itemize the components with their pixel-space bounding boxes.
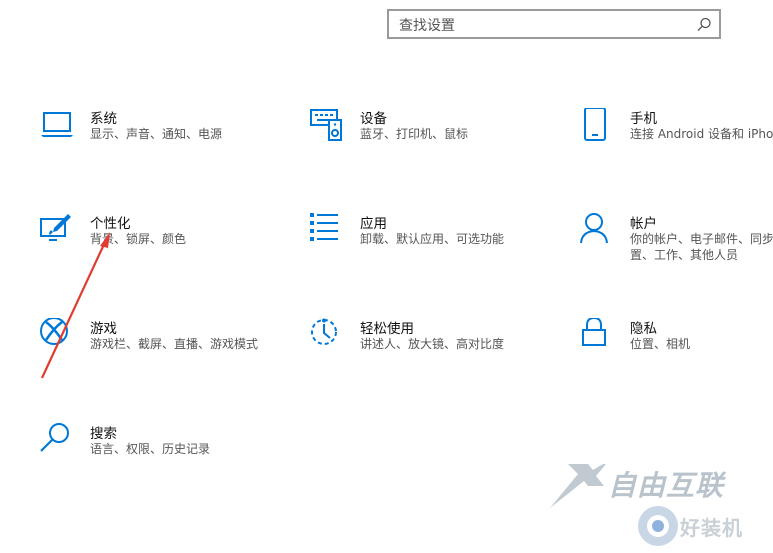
tile-title: 搜索 bbox=[90, 426, 117, 442]
tile-title: 设备 bbox=[360, 111, 387, 127]
tile-gaming[interactable]: 游戏 游戏栏、截屏、直播、游戏模式 bbox=[40, 318, 290, 398]
tile-title: 游戏 bbox=[90, 321, 117, 337]
apps-icon bbox=[310, 213, 346, 249]
devices-icon bbox=[310, 108, 346, 144]
tile-apps[interactable]: 应用 卸载、默认应用、可选功能 bbox=[310, 213, 560, 293]
search-icon bbox=[695, 16, 713, 34]
tile-desc: 显示、声音、通知、电源 bbox=[90, 127, 223, 141]
tile-search[interactable]: 搜索 语言、权限、历史记录 bbox=[40, 423, 290, 503]
tile-desc: 语言、权限、历史记录 bbox=[90, 442, 211, 456]
settings-search-box[interactable]: 查找设置 bbox=[387, 9, 721, 39]
tile-desc: 游戏栏、截屏、直播、游戏模式 bbox=[90, 337, 259, 351]
tile-desc: 你的帐户、电子邮件、同步设 置、工作、其他人员 bbox=[630, 231, 773, 263]
tile-title: 帐户 bbox=[630, 216, 657, 232]
lock-icon bbox=[580, 318, 616, 354]
tile-desc: 连接 Android 设备和 iPho bbox=[630, 127, 773, 141]
tile-title: 系统 bbox=[90, 111, 117, 127]
tile-title: 轻松使用 bbox=[360, 321, 414, 337]
tile-desc: 蓝牙、打印机、鼠标 bbox=[360, 127, 469, 141]
tile-devices[interactable]: 设备 蓝牙、打印机、鼠标 bbox=[310, 108, 560, 188]
search-placeholder: 查找设置 bbox=[399, 18, 455, 34]
tile-personalization[interactable]: 个性化 背景、锁屏、颜色 bbox=[40, 213, 290, 293]
personalization-icon bbox=[40, 213, 76, 249]
person-icon bbox=[580, 213, 616, 249]
tile-system[interactable]: 系统 显示、声音、通知、电源 bbox=[40, 108, 290, 188]
phone-icon bbox=[580, 108, 616, 144]
xbox-icon bbox=[40, 318, 76, 354]
watermark: 自由互联 好装机 bbox=[548, 464, 773, 553]
search-icon bbox=[40, 423, 76, 459]
tile-phone[interactable]: 手机 连接 Android 设备和 iPho bbox=[580, 108, 773, 188]
tile-title: 个性化 bbox=[90, 216, 131, 232]
tile-desc-line1: 你的帐户、电子邮件、同步设 bbox=[630, 232, 773, 246]
tile-title: 手机 bbox=[630, 111, 657, 127]
tile-privacy[interactable]: 隐私 位置、相机 bbox=[580, 318, 773, 398]
watermark-brand: 自由互联 bbox=[608, 469, 725, 502]
watermark-subbrand: 好装机 bbox=[680, 516, 743, 540]
tile-accounts[interactable]: 帐户 你的帐户、电子邮件、同步设 置、工作、其他人员 bbox=[580, 213, 773, 293]
tile-desc: 背景、锁屏、颜色 bbox=[90, 232, 187, 246]
tile-desc-line2: 置、工作、其他人员 bbox=[630, 248, 739, 262]
tile-desc: 卸载、默认应用、可选功能 bbox=[360, 232, 505, 246]
tile-desc: 位置、相机 bbox=[630, 337, 691, 351]
laptop-icon bbox=[40, 108, 76, 144]
tile-ease-of-access[interactable]: 轻松使用 讲述人、放大镜、高对比度 bbox=[310, 318, 560, 398]
tile-title: 隐私 bbox=[630, 321, 657, 337]
tile-title: 应用 bbox=[360, 216, 387, 232]
tile-desc: 讲述人、放大镜、高对比度 bbox=[360, 337, 505, 351]
ease-of-access-icon bbox=[310, 318, 346, 354]
